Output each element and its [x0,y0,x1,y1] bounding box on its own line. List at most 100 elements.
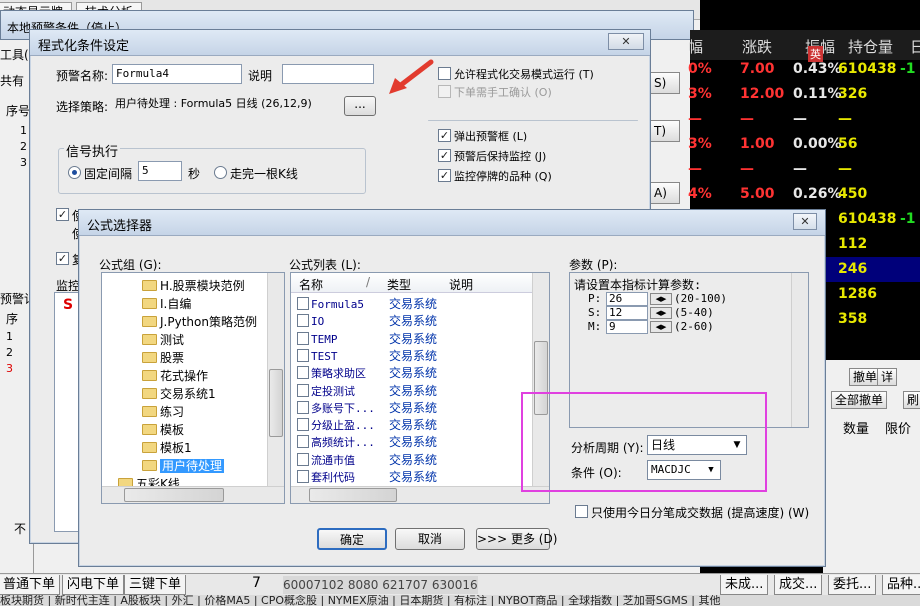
tab-unfilled[interactable]: 未成... [720,575,769,595]
group-item[interactable]: 模板1 [142,439,192,457]
market-row[interactable]: — — — — [688,107,920,132]
market-cell-pct: 3% [688,136,712,152]
market-cell-oi: 358 [838,311,868,327]
formula-row[interactable]: Formula5 交易系统 [297,295,533,313]
tab-flash-order[interactable]: 闪电下单 [62,575,125,595]
group-item[interactable]: 花式操作 [142,367,208,385]
formula-row[interactable]: 策略求助区 交易系统 [297,364,533,382]
tab-filled[interactable]: 成交... [774,575,823,595]
strategy-value: 用户待处理 : Formula5 日线 (26,12,9) [112,95,340,115]
tab-orders[interactable]: 委托... [828,575,877,595]
market-cell-pct: — [688,161,702,177]
side-button[interactable]: T) [650,120,680,142]
annotation-arrow-icon [389,59,434,94]
scroll-thumb[interactable] [309,488,397,502]
formula-group-label: 公式组 (G): [99,258,162,272]
group-item[interactable]: H.股票模块范例 [142,277,245,295]
formula-list[interactable]: 名称 / 类型 说明 Formula5 交易系统 IO 交易系统 TEMP 交易系统 TES… [290,272,550,504]
group-item[interactable]: I.自编 [142,295,191,313]
column-header[interactable]: 日 [910,36,920,57]
popup-alert-checkbox[interactable]: ✓ [438,129,451,142]
market-row[interactable]: 4% 5.00 0.26% 450 [688,182,920,207]
market-row[interactable]: 0% 7.00 0.43% 610438 -1 [688,57,920,82]
formula-row[interactable]: 定投测试 交易系统 [297,382,533,400]
formula-row[interactable]: TEMP 交易系统 [297,330,533,348]
market-row[interactable]: 3% 1.00 0.00% 56 [688,132,920,157]
bg-row-num: 3 [20,156,27,169]
market-row[interactable]: — — — — [688,157,920,182]
param-value-input[interactable]: 9 [606,320,648,334]
group-item[interactable]: 股票 [142,349,184,367]
alert-name-input[interactable]: Formula4 [112,64,242,84]
column-header-desc[interactable]: 说明 [449,276,473,293]
param-spinner[interactable]: ◀▶ [650,293,672,305]
option-checkbox[interactable]: ✓ [56,208,69,221]
kline-complete-label: 走完一根K线 [230,167,298,181]
formula-name: TEMP [311,332,338,346]
formula-list-hscroll[interactable] [291,486,549,503]
group-tree-hscroll[interactable] [102,486,284,503]
formula-type: 交易系统 [389,400,438,415]
kline-complete-radio[interactable] [214,166,227,179]
column-header-name[interactable]: 名称 [299,276,323,293]
detail-button[interactable]: 详 [877,368,898,386]
formula-name: 分级止盈... [311,419,375,433]
browse-strategy-button[interactable]: ... [344,96,376,116]
formula-icon [297,366,309,380]
param-spinner[interactable]: ◀▶ [650,321,672,333]
param-value-input[interactable]: 26 [606,292,648,306]
allow-program-trade-checkbox[interactable] [438,67,451,80]
formula-group-tree[interactable]: H.股票模块范例 I.自编 J.Python策略范例 测试 股票 花式操作 交易系统1 练习模… [101,272,285,504]
formula-row[interactable]: 分级止盈... 交易系统 [297,416,533,434]
group-item[interactable]: 模板 [142,421,184,439]
formula-row[interactable]: IO 交易系统 [297,312,533,330]
close-icon[interactable]: ✕ [793,213,817,230]
more-button[interactable]: >>> 更多 (D) [476,528,557,550]
ok-button[interactable]: 确定 [317,528,387,550]
formula-selector-titlebar: 公式选择器 ✕ [79,210,825,236]
group-tree-vscroll[interactable] [267,273,284,487]
seconds-label: 秒 [188,167,201,181]
param-spinner[interactable]: ◀▶ [650,307,672,319]
formula-row[interactable]: 多账号下... 交易系统 [297,399,533,417]
formula-row[interactable]: 套利代码 交易系统 [297,468,533,486]
cancel-button[interactable]: 取消 [395,528,465,550]
tab-three-key-order[interactable]: 三键下单 [124,575,187,595]
group-item[interactable]: 练习 [142,403,184,421]
ime-indicator[interactable]: 英 [808,46,823,62]
option-checkbox[interactable]: ✓ [56,252,69,265]
description-input[interactable] [282,64,374,84]
formula-row[interactable]: 高频统计... 交易系统 [297,433,533,451]
strategy-label: 选择策略: [56,100,109,114]
interval-seconds-input[interactable]: 5 [138,161,182,181]
formula-row[interactable]: 流通市值 交易系统 [297,451,533,469]
column-header-type[interactable]: 类型 [387,276,411,293]
scroll-thumb[interactable] [269,369,283,437]
refresh-button[interactable]: 刷 [903,391,920,409]
market-cell-pct: 3% [688,86,712,102]
cancel-all-button[interactable]: 全部撤单 [831,391,888,409]
tab-normal-order[interactable]: 普通下单 [0,575,61,595]
market-row[interactable]: 3% 12.00 0.11% 326 [688,82,920,107]
monitor-suspended-checkbox[interactable]: ✓ [438,169,451,182]
scroll-thumb[interactable] [124,488,224,502]
manual-confirm-checkbox[interactable] [438,85,451,98]
group-item[interactable]: 测试 [142,331,184,349]
group-item[interactable]: 用户待处理 [142,457,225,475]
column-header[interactable]: 涨跌 [742,36,772,57]
side-button[interactable]: S) [650,72,680,94]
params-vscroll[interactable] [791,273,808,427]
fixed-interval-radio[interactable] [68,166,81,179]
keep-monitor-checkbox[interactable]: ✓ [438,149,451,162]
formula-row[interactable]: TEST 交易系统 [297,347,533,365]
side-button[interactable]: A) [650,182,680,204]
column-header[interactable]: 幅 [688,36,703,57]
close-icon[interactable]: ✕ [608,33,644,50]
tab-products[interactable]: 品种... [882,575,920,595]
sector-strip[interactable]: 板块期货 | 新时代主连 | A股板块 | 外汇 | 价格MA5 | CPO概念… [0,595,920,606]
param-value-input[interactable]: 12 [606,306,648,320]
only-today-checkbox[interactable] [575,505,588,518]
column-header[interactable]: 持仓量 [848,36,893,57]
group-item[interactable]: J.Python策略范例 [142,313,257,331]
group-item[interactable]: 交易系统1 [142,385,216,403]
